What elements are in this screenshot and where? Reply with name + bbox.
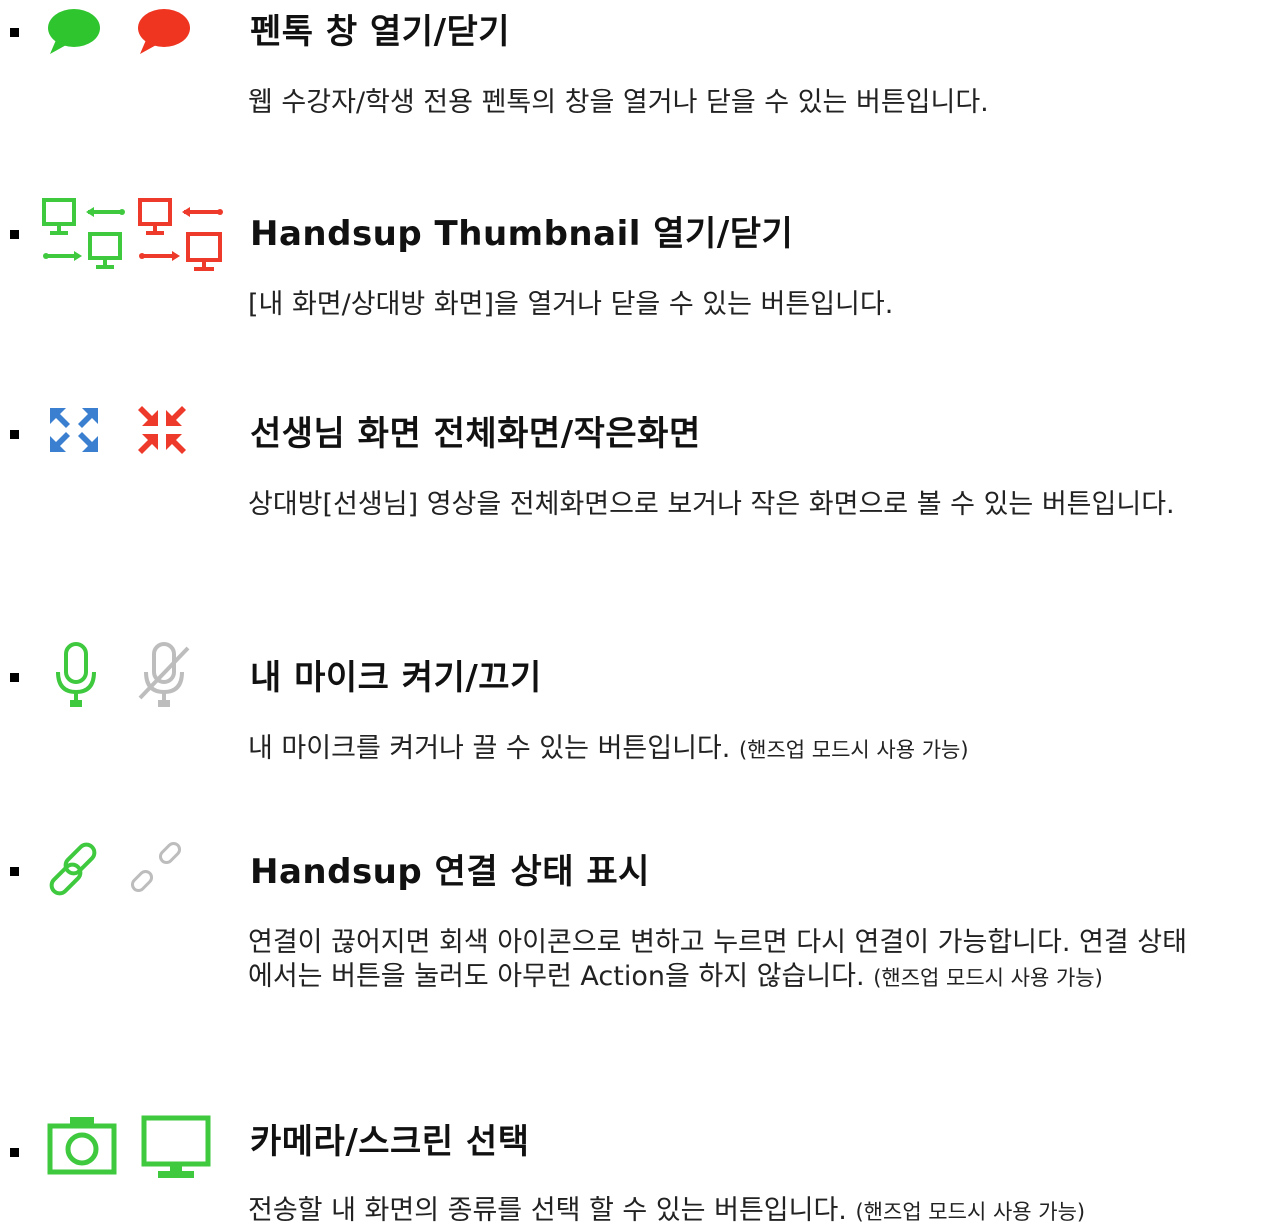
chat-bubble-green-icon[interactable] — [42, 6, 106, 58]
bullet — [10, 673, 19, 682]
icon-group — [36, 1114, 236, 1178]
icon-group — [36, 640, 236, 707]
monitor-green-icon[interactable] — [140, 1114, 212, 1182]
microphone-green-icon[interactable] — [50, 640, 102, 712]
mode-note: (핸즈업 모드시 사용 가능) — [855, 1200, 1086, 1224]
icon-group — [36, 840, 236, 904]
bullet — [10, 1148, 19, 1157]
icon-group — [36, 196, 236, 271]
bullet — [10, 28, 19, 37]
feature-description: 연결이 끊어지면 회색 아이콘으로 변하고 누르면 다시 연결이 가능합니다. … — [248, 927, 1187, 992]
feature-description: 전송할 내 화면의 종류를 선택 할 수 있는 버튼입니다. (핸즈업 모드시 … — [248, 1195, 1086, 1226]
camera-green-icon[interactable] — [46, 1114, 118, 1178]
icon-group — [36, 6, 236, 70]
expand-blue-icon[interactable] — [46, 404, 102, 456]
feature-title: Handsup Thumbnail 열기/닫기 — [250, 214, 794, 254]
shrink-red-icon[interactable] — [134, 404, 190, 456]
feature-description: [내 화면/상대방 화면]을 열거나 닫을 수 있는 버튼입니다. — [248, 289, 894, 320]
mode-note: (핸즈업 모드시 사용 가능) — [738, 738, 969, 762]
link-green-icon[interactable] — [46, 840, 110, 900]
feature-title: 선생님 화면 전체화면/작은화면 — [250, 414, 701, 454]
microphone-off-gray-icon[interactable] — [134, 640, 194, 712]
feature-title: 내 마이크 켜기/끄기 — [250, 658, 542, 698]
bullet — [10, 430, 19, 439]
link-broken-gray-icon[interactable] — [128, 840, 192, 896]
mode-note: (핸즈업 모드시 사용 가능) — [873, 966, 1103, 990]
feature-title: Handsup 연결 상태 표시 — [250, 852, 650, 892]
icon-group — [36, 404, 236, 468]
chat-bubble-red-icon[interactable] — [132, 6, 196, 58]
feature-description: 웹 수강자/학생 전용 펜톡의 창을 열거나 닫을 수 있는 버튼입니다. — [248, 87, 989, 118]
bullet — [10, 230, 19, 239]
bullet — [10, 867, 19, 876]
feature-description: 상대방[선생님] 영상을 전체화면으로 보거나 작은 화면으로 볼 수 있는 버… — [248, 489, 1175, 520]
thumbnail-swap-red-icon[interactable] — [136, 196, 228, 272]
feature-description: 내 마이크를 켜거나 끌 수 있는 버튼입니다. (핸즈업 모드시 사용 가능) — [248, 733, 969, 764]
feature-title: 펜톡 창 열기/닫기 — [250, 12, 511, 52]
feature-title: 카메라/스크린 선택 — [250, 1122, 530, 1162]
thumbnail-swap-green-icon[interactable] — [40, 196, 128, 272]
